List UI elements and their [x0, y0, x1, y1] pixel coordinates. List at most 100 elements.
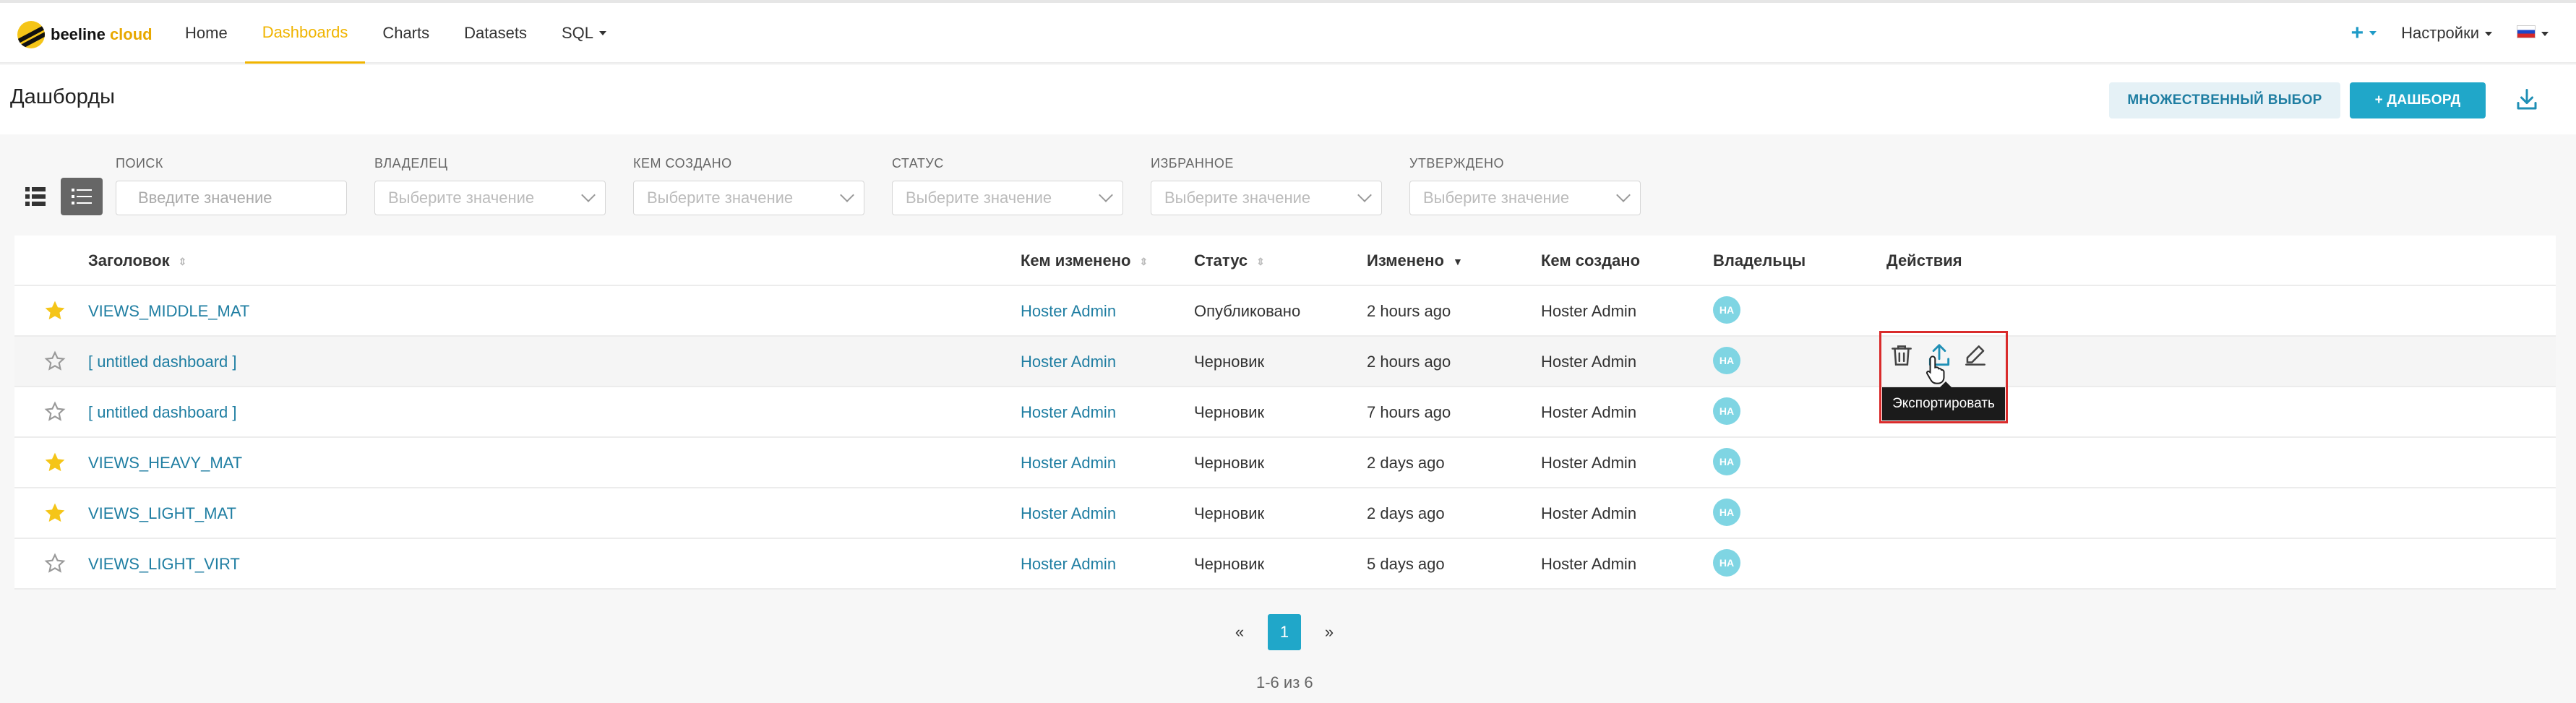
modified-by-link[interactable]: Hoster Admin: [1021, 555, 1116, 574]
nav-datasets[interactable]: Datasets: [447, 3, 544, 64]
download-icon[interactable]: [2514, 87, 2540, 113]
column-modified-label: Изменено: [1367, 251, 1444, 269]
dashboard-title-link[interactable]: VIEWS_LIGHT_VIRT: [88, 555, 240, 574]
dashboards-table: Заголовок ⇕ Кем изменено ⇕ Статус ⇕ Изменен…: [14, 236, 2556, 590]
table-header: Заголовок ⇕ Кем изменено ⇕ Статус ⇕ Изменен…: [14, 236, 2556, 286]
star-filled-icon[interactable]: [43, 501, 66, 525]
language-menu[interactable]: [2517, 24, 2549, 43]
chevron-down-icon: [2485, 32, 2492, 37]
flag-ru-icon: [2517, 25, 2536, 38]
chevron-down-icon: [1099, 188, 1113, 202]
trash-icon[interactable]: [1888, 341, 1915, 370]
modified-by-link[interactable]: Hoster Admin: [1021, 302, 1116, 321]
nav-home[interactable]: Home: [168, 3, 245, 64]
pagination: « 1 »: [1229, 614, 1340, 650]
grid-icon: [25, 187, 46, 206]
nav-charts[interactable]: Charts: [365, 3, 447, 64]
status-text: Черновик: [1194, 454, 1265, 472]
dashboard-title-link[interactable]: VIEWS_HEAVY_MAT: [88, 454, 242, 473]
status-text: Черновик: [1194, 403, 1265, 421]
new-item-menu-button[interactable]: +: [2351, 21, 2377, 46]
page-1-button[interactable]: 1: [1268, 614, 1301, 650]
created-by-text: Hoster Admin: [1541, 504, 1637, 522]
created-by-text: Hoster Admin: [1541, 302, 1637, 320]
prev-page-button[interactable]: «: [1229, 623, 1250, 642]
dashboard-title-link[interactable]: [ untitled dashboard ]: [88, 353, 236, 371]
filter-approved: УТВЕРЖДЕНО Выберите значение: [1409, 156, 1641, 215]
column-status-label: Статус: [1194, 251, 1248, 269]
table-row[interactable]: VIEWS_LIGHT_VIRT Hoster Admin Черновик 5…: [14, 539, 2556, 590]
column-created-by: Кем создано: [1541, 251, 1641, 269]
star-outline-icon[interactable]: [43, 350, 66, 373]
column-modified[interactable]: Изменено ▼: [1367, 251, 1463, 270]
owner-avatar[interactable]: HA: [1713, 296, 1740, 324]
favorite-select[interactable]: Выберите значение: [1151, 181, 1382, 215]
modified-by-link[interactable]: Hoster Admin: [1021, 353, 1116, 371]
brand-logo[interactable]: beeline cloud: [17, 19, 153, 51]
nav-sql[interactable]: SQL: [544, 3, 624, 64]
column-modified-by[interactable]: Кем изменено ⇕: [1021, 251, 1148, 270]
filter-status: СТАТУС Выберите значение: [892, 156, 1123, 215]
table-row[interactable]: [ untitled dashboard ] Hoster Admin Черн…: [14, 387, 2556, 438]
star-outline-icon[interactable]: [43, 400, 66, 423]
owner-select-placeholder: Выберите значение: [388, 189, 535, 207]
table-row[interactable]: [ untitled dashboard ] Hoster Admin Черн…: [14, 337, 2556, 387]
status-select[interactable]: Выберите значение: [892, 181, 1123, 215]
add-dashboard-button[interactable]: + ДАШБОРД: [2350, 82, 2486, 118]
dashboard-title-link[interactable]: VIEWS_MIDDLE_MAT: [88, 302, 249, 321]
filter-approved-label: УТВЕРЖДЕНО: [1409, 156, 1505, 171]
modified-time: 2 days ago: [1367, 454, 1445, 472]
owner-avatar[interactable]: HA: [1713, 347, 1740, 374]
search-input[interactable]: [137, 188, 335, 208]
results-count: 1-6 из 6: [1256, 673, 1313, 691]
modified-by-link[interactable]: Hoster Admin: [1021, 504, 1116, 523]
owner-avatar[interactable]: HA: [1713, 397, 1740, 425]
chevron-down-icon: [581, 188, 596, 202]
created-by-select[interactable]: Выберите значение: [633, 181, 864, 215]
sort-icon: ⇕: [178, 255, 187, 267]
nav-dashboards[interactable]: Dashboards: [244, 3, 366, 64]
owner-avatar[interactable]: HA: [1713, 499, 1740, 526]
table-row[interactable]: VIEWS_MIDDLE_MAT Hoster Admin Опубликова…: [14, 286, 2556, 337]
sort-desc-icon: ▼: [1452, 256, 1463, 268]
sort-icon: ⇕: [1256, 255, 1265, 267]
column-owners: Владельцы: [1713, 251, 1806, 269]
modified-by-link[interactable]: Hoster Admin: [1021, 403, 1116, 422]
favorite-select-placeholder: Выберите значение: [1164, 189, 1311, 207]
column-status[interactable]: Статус ⇕: [1194, 251, 1265, 270]
star-outline-icon[interactable]: [43, 552, 66, 575]
star-filled-icon[interactable]: [43, 451, 66, 474]
owner-select[interactable]: Выберите значение: [374, 181, 606, 215]
status-text: Опубликовано: [1194, 302, 1301, 320]
filter-owner: ВЛАДЕЛЕЦ Выберите значение: [374, 156, 606, 215]
approved-select[interactable]: Выберите значение: [1409, 181, 1641, 215]
filter-status-label: СТАТУС: [892, 156, 944, 171]
column-title[interactable]: Заголовок ⇕: [88, 251, 186, 270]
chevron-down-icon: [2369, 31, 2377, 35]
modified-by-link[interactable]: Hoster Admin: [1021, 454, 1116, 473]
table-row[interactable]: VIEWS_HEAVY_MAT Hoster Admin Черновик 2 …: [14, 438, 2556, 488]
nav-sql-label: SQL: [561, 24, 593, 42]
table-row[interactable]: VIEWS_LIGHT_MAT Hoster Admin Черновик 2 …: [14, 488, 2556, 539]
filter-created-by: КЕМ СОЗДАНО Выберите значение: [633, 156, 864, 215]
multi-select-button[interactable]: МНОЖЕСТВЕННЫЙ ВЫБОР: [2109, 82, 2340, 118]
edit-pencil-icon[interactable]: [1962, 341, 1989, 370]
dashboard-title-link[interactable]: VIEWS_LIGHT_MAT: [88, 504, 236, 523]
modified-time: 2 hours ago: [1367, 353, 1451, 371]
list-view-toggle[interactable]: [61, 178, 103, 215]
filter-created-by-label: КЕМ СОЗДАНО: [633, 156, 732, 171]
owner-avatar[interactable]: HA: [1713, 549, 1740, 577]
plus-icon: +: [2350, 21, 2364, 45]
settings-menu[interactable]: Настройки: [2401, 24, 2492, 43]
export-tooltip: Экспортировать: [1882, 381, 2005, 420]
dashboard-title-link[interactable]: [ untitled dashboard ]: [88, 403, 236, 422]
card-view-toggle[interactable]: [14, 178, 56, 215]
chevron-down-icon: [1357, 188, 1372, 202]
search-field[interactable]: [116, 181, 347, 215]
star-filled-icon[interactable]: [43, 299, 66, 322]
page-header: Дашборды МНОЖЕСТВЕННЫЙ ВЫБОР + ДАШБОРД: [0, 65, 2576, 134]
owner-avatar[interactable]: HA: [1713, 448, 1740, 475]
filter-owner-label: ВЛАДЕЛЕЦ: [374, 156, 448, 171]
created-by-select-placeholder: Выберите значение: [647, 189, 794, 207]
next-page-button[interactable]: »: [1318, 623, 1340, 642]
